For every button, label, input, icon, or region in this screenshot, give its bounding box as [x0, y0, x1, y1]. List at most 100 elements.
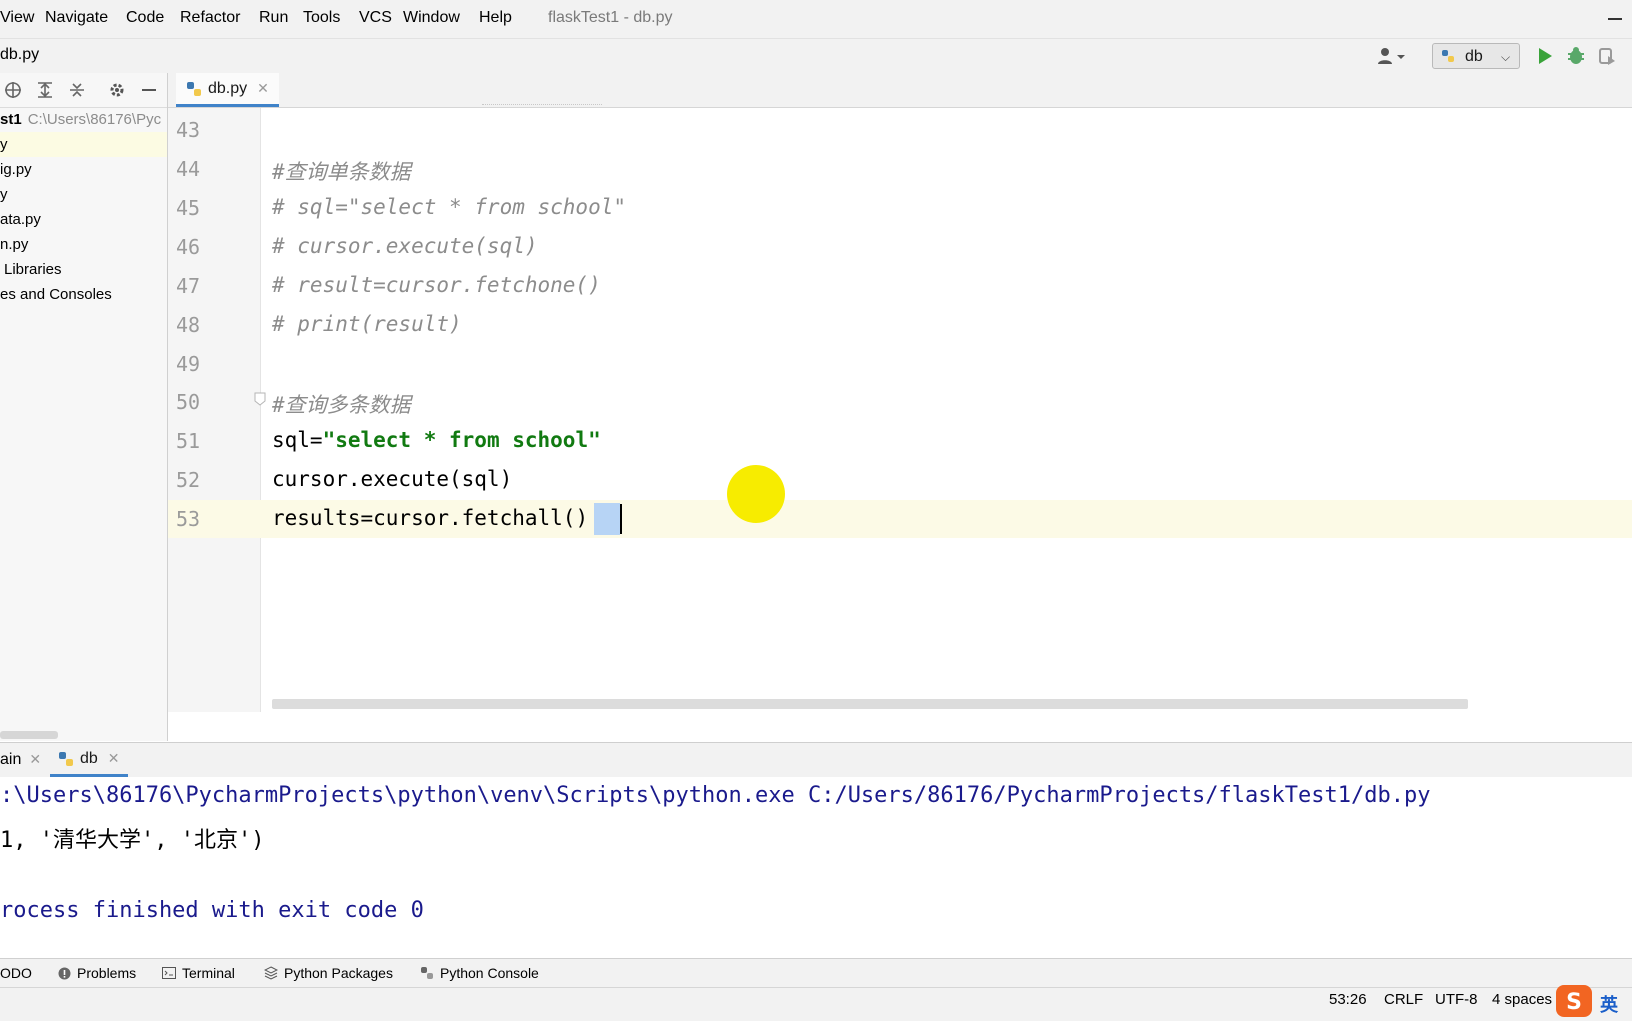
code-line-45: # sql="select * from school"	[272, 195, 627, 219]
line-number: 45	[176, 196, 201, 220]
close-icon[interactable]: ✕	[29, 751, 41, 767]
gear-icon[interactable]	[108, 81, 126, 99]
run-with-coverage-icon[interactable]	[1598, 46, 1616, 66]
python-file-icon	[187, 81, 201, 96]
run-tab-db[interactable]: db ✕	[50, 743, 128, 777]
line-number: 51	[176, 429, 201, 453]
menu-navigate[interactable]: Navigate	[45, 9, 108, 27]
editor-horizontal-scrollbar[interactable]	[272, 699, 1468, 709]
tool-window-bar: ODO Problems Terminal Python Packages Py…	[0, 958, 1632, 987]
tree-item-external-libraries[interactable]: Libraries	[0, 257, 167, 282]
close-icon[interactable]: ✕	[257, 80, 269, 97]
cursor-click-indicator	[727, 465, 785, 523]
scroll-hint	[482, 104, 602, 108]
run-icon[interactable]	[1537, 47, 1553, 65]
tree-item[interactable]: n.py	[0, 232, 167, 257]
code-token: results=cursor.fetchall	[272, 506, 563, 530]
menu-refactor[interactable]: Refactor	[180, 9, 240, 27]
menu-window[interactable]: Window	[403, 9, 460, 27]
run-configuration-select[interactable]: db ⌵	[1432, 43, 1520, 69]
tree-item[interactable]: y	[0, 132, 167, 157]
line-number: 44	[176, 157, 201, 181]
project-horizontal-scrollbar[interactable]	[0, 731, 58, 739]
chevron-down-icon: ⌵	[1501, 50, 1511, 64]
tree-item[interactable]: ata.py	[0, 207, 167, 232]
project-tree: st1 C:\Users\86176\Pyc y ig.py y ata.py n…	[0, 107, 167, 307]
run-tab-main[interactable]: ain ✕	[0, 751, 41, 769]
code-line-53: results=cursor.fetchall()	[272, 506, 588, 530]
svg-text:S: S	[1566, 990, 1582, 1015]
terminal-icon	[162, 967, 176, 979]
caret-position[interactable]: 53:26	[1329, 991, 1367, 1008]
tree-item[interactable]: y	[0, 182, 167, 207]
code-token: sql=	[272, 428, 323, 452]
code-line-52: cursor.execute(sql)	[272, 467, 513, 491]
run-tab-db-label: db	[80, 749, 98, 767]
sogou-ime-icon[interactable]: S	[1555, 984, 1593, 1018]
menu-code[interactable]: Code	[126, 9, 164, 27]
line-separator[interactable]: CRLF	[1384, 991, 1423, 1008]
run-tab-main-label: ain	[0, 751, 22, 768]
menu-run[interactable]: Run	[259, 9, 288, 27]
code-line-47: # result=cursor.fetchone()	[272, 273, 601, 297]
code-line-50: #查询多条数据	[272, 393, 411, 417]
text-caret	[620, 504, 622, 534]
close-icon[interactable]: ✕	[108, 750, 120, 767]
tree-item-scratches[interactable]: es and Consoles	[0, 282, 167, 307]
project-tool-window: st1 C:\Users\86176\Pyc y ig.py y ata.py n…	[0, 73, 168, 741]
user-icon[interactable]	[1376, 47, 1406, 65]
tool-tab-label: Terminal	[182, 965, 235, 981]
fold-marker-icon[interactable]	[254, 392, 266, 406]
code-line-44: #查询单条数据	[272, 160, 411, 184]
tool-tab-terminal[interactable]: Terminal	[162, 965, 235, 981]
breadcrumb-file[interactable]: db.py	[0, 46, 39, 64]
problems-icon	[58, 967, 71, 979]
tree-root[interactable]: st1 C:\Users\86176\Pyc	[0, 107, 167, 132]
status-bar: 53:26 CRLF UTF-8 4 spaces S 英	[0, 984, 1632, 1021]
packages-icon	[264, 966, 278, 980]
python-console-icon	[421, 967, 433, 979]
expand-all-icon[interactable]	[36, 81, 54, 99]
ime-mode-label[interactable]: 英	[1600, 991, 1618, 1017]
editor-tab-db[interactable]: db.py ✕	[176, 73, 279, 107]
tool-tab-todo[interactable]: ODO	[0, 965, 32, 981]
line-number: 49	[176, 352, 201, 376]
line-number: 47	[176, 274, 201, 298]
tool-tab-python-console[interactable]: Python Console	[420, 965, 539, 981]
collapse-all-icon[interactable]	[68, 81, 86, 99]
code-line-48: # print(result)	[272, 312, 462, 336]
menu-tools[interactable]: Tools	[303, 9, 340, 27]
run-tab-bar: ain ✕ db ✕	[0, 742, 1632, 778]
menu-help[interactable]: Help	[479, 9, 512, 27]
locate-icon[interactable]	[4, 81, 22, 99]
minimize-button[interactable]	[1608, 18, 1622, 20]
code-line-46: # cursor.execute(sql)	[272, 234, 538, 258]
menu-view[interactable]: View	[0, 9, 34, 27]
tool-tab-label: Python Console	[440, 965, 539, 981]
debug-icon[interactable]	[1567, 46, 1585, 66]
bracket-match-highlight	[594, 503, 620, 535]
tree-item[interactable]: ig.py	[0, 157, 167, 182]
hide-panel-icon[interactable]	[140, 81, 158, 99]
file-encoding[interactable]: UTF-8	[1435, 991, 1478, 1008]
navigation-bar: db.py db ⌵	[0, 38, 1632, 74]
tool-tab-label: ODO	[0, 965, 32, 981]
python-icon	[1442, 50, 1454, 62]
line-number: 52	[176, 468, 201, 492]
run-console[interactable]: :\Users\86176\PycharmProjects\python\ven…	[0, 777, 1632, 957]
project-toolbar	[0, 73, 167, 108]
code-line-51: sql="select * from school"	[272, 428, 601, 452]
tool-tab-label: Problems	[77, 965, 137, 981]
line-number: 43	[176, 118, 201, 142]
line-number: 50	[176, 390, 201, 414]
tool-tab-problems[interactable]: Problems	[58, 965, 136, 981]
line-number: 46	[176, 235, 201, 259]
editor-tab-bar: db.py ✕	[168, 73, 1632, 108]
window-title: flaskTest1 - db.py	[548, 9, 673, 26]
menu-vcs[interactable]: VCS	[359, 9, 392, 27]
indent-setting[interactable]: 4 spaces	[1492, 991, 1552, 1008]
console-line: 1, '清华大学', '北京')	[0, 828, 265, 853]
tool-tab-python-packages[interactable]: Python Packages	[264, 965, 393, 981]
code-bracket-token: ()	[562, 506, 589, 530]
tree-root-path: C:\Users\86176\Pyc	[27, 111, 162, 128]
